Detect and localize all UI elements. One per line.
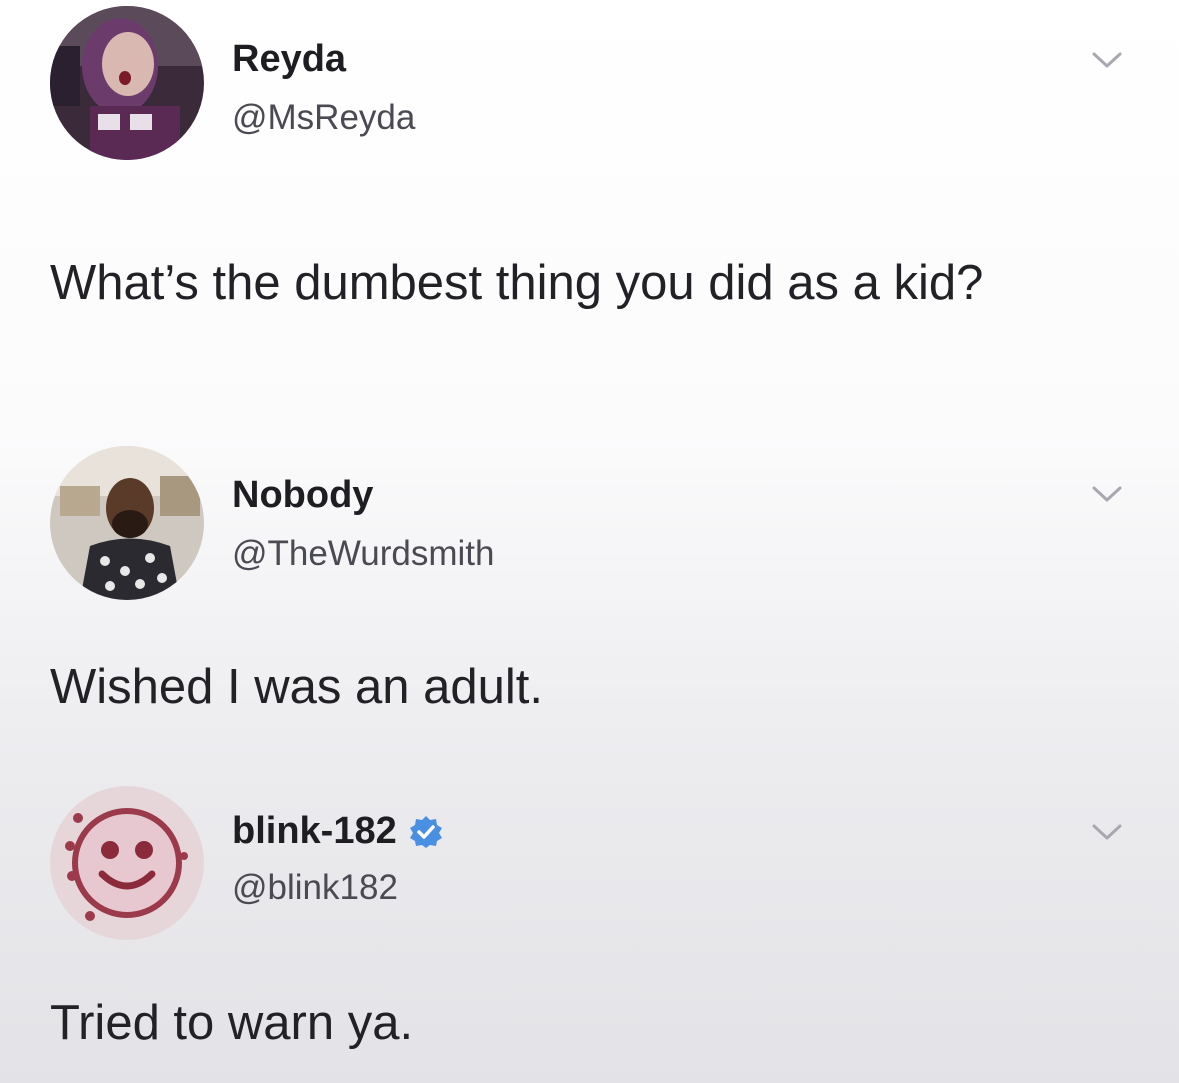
chevron-down-icon[interactable]	[1090, 50, 1124, 70]
display-name[interactable]: Reyda	[232, 38, 346, 81]
tweet-text: Tried to warn ya.	[50, 996, 414, 1050]
chevron-down-icon[interactable]	[1090, 822, 1124, 842]
user-handle[interactable]: @blink182	[232, 868, 398, 908]
smiley-logo-icon	[50, 786, 204, 940]
tweet-text: Wished I was an adult.	[50, 660, 543, 714]
display-name[interactable]: Nobody	[232, 474, 373, 517]
tweet-text: What’s the dumbest thing you did as a ki…	[50, 256, 984, 310]
user-handle[interactable]: @MsReyda	[232, 98, 415, 138]
avatar-nobody[interactable]	[50, 446, 204, 600]
profile-photo-man-icon	[50, 446, 204, 600]
avatar-reyda[interactable]	[50, 6, 204, 160]
display-name-text: blink-182	[232, 810, 397, 852]
display-name[interactable]: blink-182	[232, 810, 443, 853]
verified-badge-icon	[409, 815, 442, 848]
user-handle[interactable]: @TheWurdsmith	[232, 534, 494, 574]
avatar-blink182[interactable]	[50, 786, 204, 940]
profile-photo-woman-icon	[50, 6, 204, 160]
chevron-down-icon[interactable]	[1090, 484, 1124, 504]
